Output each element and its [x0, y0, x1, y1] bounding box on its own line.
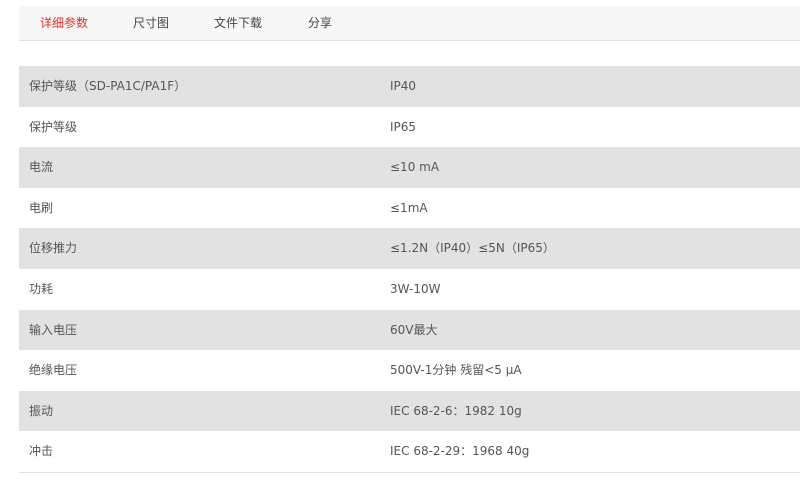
- table-row: 振动 IEC 68-2-6：1982 10g: [19, 390, 800, 432]
- tab-share[interactable]: 分享: [308, 6, 332, 40]
- spec-label: 电流: [29, 160, 54, 175]
- table-row: 保护等级 IP65: [19, 106, 800, 148]
- spec-value: 60V最大: [390, 322, 438, 337]
- tab-dimension-drawing[interactable]: 尺寸图: [133, 6, 169, 40]
- tab-detailed-parameters[interactable]: 详细参数: [40, 6, 88, 40]
- spec-value: 3W-10W: [390, 281, 441, 296]
- table-row: 功耗 3W-10W: [19, 268, 800, 310]
- spec-value: ≤1mA: [390, 200, 428, 215]
- table-row: 保护等级（SD-PA1C/PA1F） IP40: [19, 66, 800, 107]
- spec-label: 电刷: [29, 200, 54, 215]
- spec-label: 位移推力: [29, 241, 78, 256]
- spec-label: 冲击: [29, 444, 54, 459]
- spec-value: 500V-1分钟 残留<5 μA: [390, 363, 522, 378]
- spec-label: 功耗: [29, 281, 54, 296]
- spec-label: 振动: [29, 403, 54, 418]
- table-row: 冲击 IEC 68-2-29：1968 40g: [19, 431, 800, 472]
- spec-label: 保护等级: [29, 119, 78, 134]
- table-row: 输入电压 60V最大: [19, 309, 800, 351]
- tab-file-download[interactable]: 文件下载: [214, 6, 262, 40]
- spec-value: ≤1.2N（IP40）≤5N（IP65）: [390, 241, 555, 256]
- table-row: 电流 ≤10 mA: [19, 147, 800, 188]
- spec-label: 保护等级（SD-PA1C/PA1F）: [29, 79, 187, 93]
- spec-value: IP65: [390, 119, 417, 134]
- table-row: 位移推力 ≤1.2N（IP40）≤5N（IP65）: [19, 228, 800, 269]
- spec-value: IEC 68-2-6：1982 10g: [390, 403, 522, 418]
- spec-label: 绝缘电压: [29, 363, 78, 378]
- tab-bar: 详细参数 尺寸图 文件下载 分享: [19, 6, 800, 41]
- spec-label: 输入电压: [29, 322, 78, 337]
- table-row: 绝缘电压 500V-1分钟 残留<5 μA: [19, 350, 800, 391]
- spec-table: 保护等级（SD-PA1C/PA1F） IP40 保护等级 IP65 电流 ≤10…: [19, 66, 800, 472]
- table-bottom-divider: [19, 472, 800, 473]
- spec-value: IEC 68-2-29：1968 40g: [390, 444, 530, 459]
- spec-value: ≤10 mA: [390, 160, 440, 175]
- spec-value: IP40: [390, 79, 417, 93]
- table-row: 电刷 ≤1mA: [19, 187, 800, 229]
